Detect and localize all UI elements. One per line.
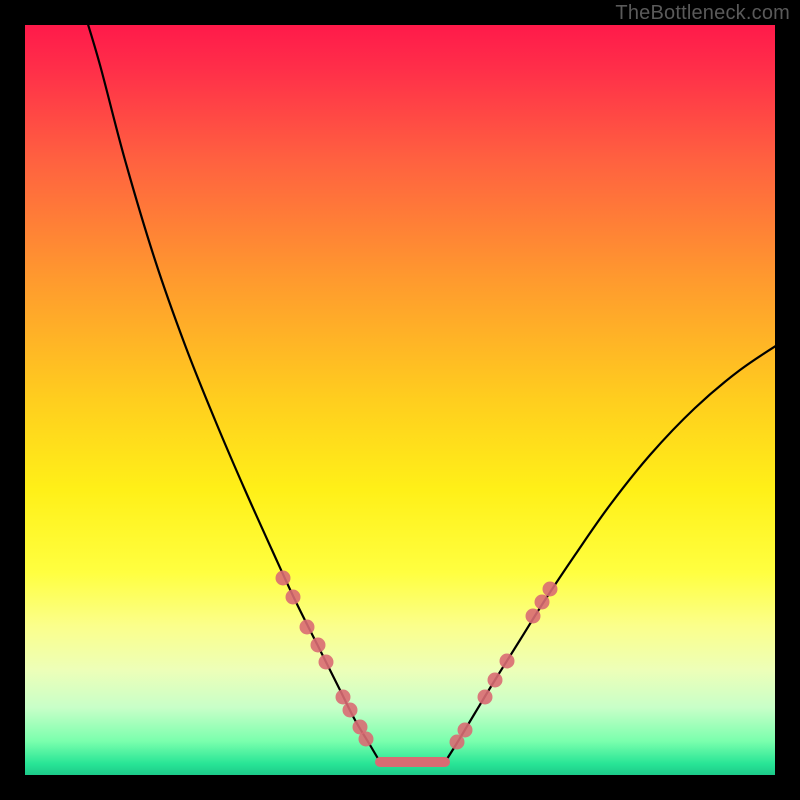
background-gradient [25, 25, 775, 775]
chart-frame: TheBottleneck.com [0, 0, 800, 800]
plot-area [25, 25, 775, 775]
watermark-text: TheBottleneck.com [615, 2, 790, 25]
